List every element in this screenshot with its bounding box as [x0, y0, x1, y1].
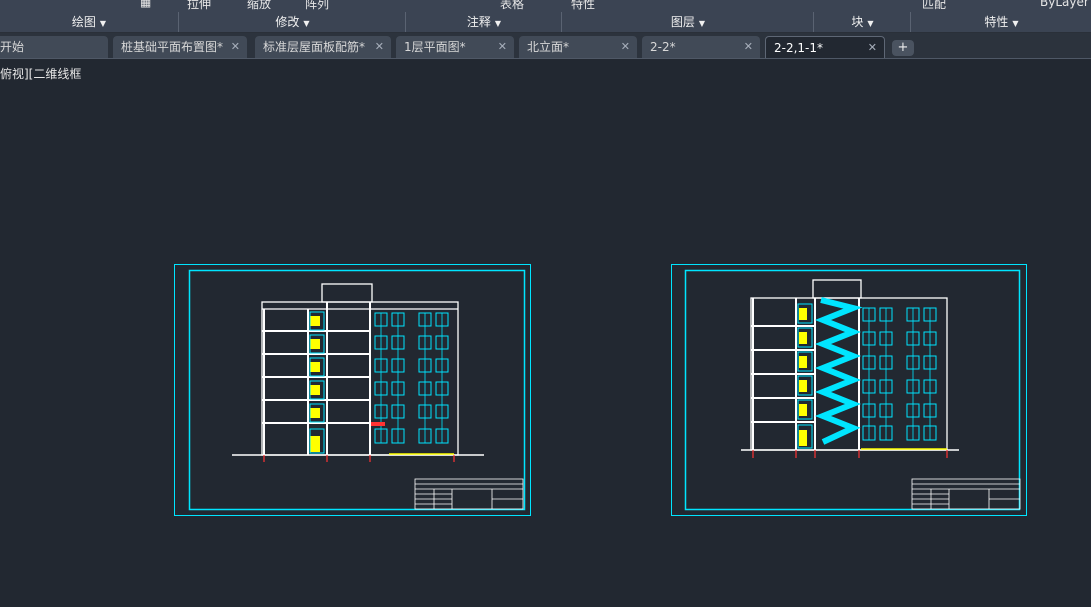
panel-annotation[interactable]: 注释 ▼	[405, 12, 562, 32]
chevron-down-icon: ▼	[99, 19, 107, 28]
chevron-down-icon: ▼	[698, 19, 706, 28]
chevron-down-icon: ▼	[303, 19, 310, 28]
tab-roof-slab[interactable]: 标准层屋面板配筋* ✕	[255, 36, 391, 58]
array-tool[interactable]: 阵列	[305, 0, 329, 12]
new-tab-plus-icon[interactable]: +	[892, 40, 914, 56]
title-block	[911, 478, 1021, 510]
title-block	[414, 478, 524, 510]
ribbon-panel-titles: 绘图 ▼ 修改 ▼ 注释 ▼ 图层 ▼ 块 ▼ 特性 ▼	[0, 12, 1091, 33]
tab-start[interactable]: 开始	[0, 36, 108, 58]
drawing-sheet-right[interactable]	[671, 264, 1029, 517]
close-icon[interactable]: ✕	[621, 36, 630, 58]
panel-modify[interactable]: 修改 ▼	[178, 12, 406, 32]
viewport-label[interactable]: 俯视][二维线框	[0, 65, 81, 82]
tab-pile-foundation[interactable]: 桩基础平面布置图* ✕	[113, 36, 247, 58]
section-drawing-left	[232, 283, 484, 462]
stair-markers	[310, 316, 320, 452]
file-tab-bar: 开始 桩基础平面布置图* ✕ 标准层屋面板配筋* ✕ 1层平面图* ✕ 北立面* ✕ 2…	[0, 33, 1091, 59]
close-icon[interactable]: ✕	[498, 36, 507, 58]
scale-tool[interactable]: 缩放	[247, 0, 271, 12]
table-tool[interactable]: 表格	[500, 0, 524, 12]
window-grid	[862, 307, 937, 441]
match-tool[interactable]: 匹配	[922, 0, 946, 12]
stretch-tool[interactable]: 拉伸	[187, 0, 211, 12]
properties-tool[interactable]: 特性	[571, 0, 595, 12]
bylayer-dropdown[interactable]: ByLayer	[1040, 0, 1089, 9]
panel-draw[interactable]: 绘图 ▼	[0, 12, 178, 32]
tab-north-elevation[interactable]: 北立面* ✕	[519, 36, 637, 58]
ribbon-tool-row: ▦ 拉伸 缩放 阵列 表格 特性 匹配 ByLayer	[0, 0, 1091, 12]
drawing-sheet-left[interactable]	[174, 264, 532, 517]
array-tool-icon[interactable]: ▦	[140, 0, 151, 9]
close-icon[interactable]: ✕	[231, 36, 240, 58]
tab-section-2-2-1-1[interactable]: 2-2,1-1* ✕	[765, 36, 885, 58]
chevron-down-icon: ▼	[1012, 19, 1019, 28]
window-grid	[374, 312, 449, 444]
chevron-down-icon: ▼	[867, 19, 874, 28]
chevron-down-icon: ▼	[494, 19, 502, 28]
section-drawing-right	[741, 279, 959, 458]
panel-block[interactable]: 块 ▼	[813, 12, 911, 32]
stair-flight	[814, 297, 863, 445]
panel-layers[interactable]: 图层 ▼	[561, 12, 814, 32]
panel-properties[interactable]: 特性 ▼	[910, 12, 1091, 32]
close-icon[interactable]: ✕	[744, 36, 753, 58]
close-icon[interactable]: ✕	[868, 37, 877, 58]
tab-section-2-2[interactable]: 2-2* ✕	[642, 36, 760, 58]
close-icon[interactable]: ✕	[375, 36, 384, 58]
tab-floor1-plan[interactable]: 1层平面图* ✕	[396, 36, 514, 58]
